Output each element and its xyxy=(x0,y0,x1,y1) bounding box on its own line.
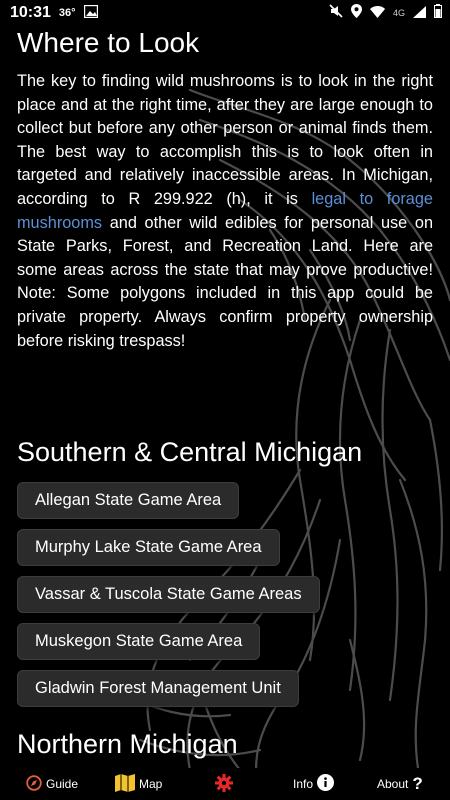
section-title-southern-central: Southern & Central Michigan xyxy=(17,437,363,468)
intro-paragraph: The key to finding wild mushrooms is to … xyxy=(17,70,433,353)
nav-map[interactable]: Map xyxy=(115,768,162,800)
image-notification-icon xyxy=(83,4,98,22)
status-bar: 10:31 36° 4G xyxy=(0,0,450,26)
area-button-gladwin[interactable]: Gladwin Forest Management Unit xyxy=(17,670,299,708)
question-mark-icon: ? xyxy=(412,774,423,793)
intro-text-part2: and other wild edibles for personal use … xyxy=(17,213,433,350)
intro-text-part1: The key to finding wild mushrooms is to … xyxy=(17,72,433,208)
nav-settings[interactable] xyxy=(215,768,233,800)
status-right: 4G xyxy=(329,4,442,22)
wifi-icon xyxy=(369,5,385,22)
page-title: Where to Look xyxy=(17,27,200,58)
signal-icon xyxy=(413,5,426,22)
main-content[interactable]: Where to Look The key to finding wild mu… xyxy=(0,26,450,768)
southern-area-list: Allegan State Game Area Murphy Lake Stat… xyxy=(17,482,433,708)
section-title-northern: Northern Michigan xyxy=(17,729,238,760)
bottom-navigation: Guide Map Info About ? xyxy=(0,768,450,800)
battery-icon xyxy=(434,4,442,22)
location-icon xyxy=(350,4,362,22)
status-time: 10:31 xyxy=(10,4,51,21)
guide-icon xyxy=(26,774,42,794)
area-button-allegan[interactable]: Allegan State Game Area xyxy=(17,482,240,520)
area-button-murphy-lake[interactable]: Murphy Lake State Game Area xyxy=(17,529,280,567)
nav-guide-label: Guide xyxy=(46,777,79,791)
map-icon xyxy=(115,773,135,795)
mute-icon xyxy=(329,4,343,22)
area-button-muskegon[interactable]: Muskegon State Game Area xyxy=(17,623,261,661)
nav-about[interactable]: About ? xyxy=(377,768,423,800)
nav-about-label: About xyxy=(377,777,409,791)
status-left: 10:31 36° xyxy=(10,4,98,22)
nav-guide[interactable]: Guide xyxy=(26,768,78,800)
status-temperature: 36° xyxy=(58,7,76,19)
gear-icon xyxy=(215,773,233,795)
info-icon xyxy=(317,774,335,794)
network-type: 4G xyxy=(392,8,405,18)
nav-info-label: Info xyxy=(293,777,314,791)
nav-info[interactable]: Info xyxy=(293,768,335,800)
area-button-vassar-tuscola[interactable]: Vassar & Tuscola State Game Areas xyxy=(17,576,320,614)
nav-map-label: Map xyxy=(139,777,163,791)
